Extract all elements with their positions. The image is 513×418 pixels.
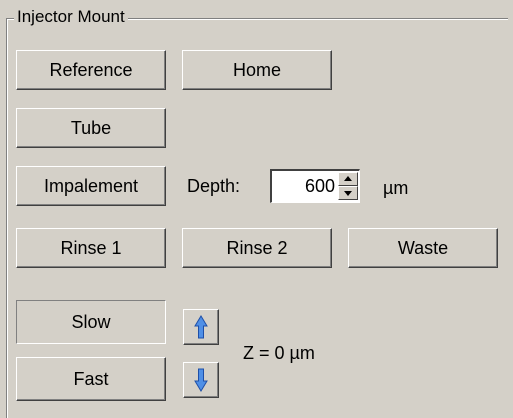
- waste-button[interactable]: Waste: [348, 228, 498, 268]
- chevron-down-icon: [344, 191, 352, 196]
- arrow-down-icon: [194, 368, 208, 392]
- arrow-up-icon: [194, 315, 208, 339]
- chevron-up-icon: [344, 176, 352, 181]
- impalement-button[interactable]: Impalement: [16, 166, 166, 206]
- depth-unit: µm: [383, 178, 409, 198]
- depth-decrement-button[interactable]: [338, 186, 358, 200]
- reference-button[interactable]: Reference: [16, 50, 166, 90]
- depth-increment-button[interactable]: [338, 172, 358, 186]
- tube-button[interactable]: Tube: [16, 108, 166, 148]
- z-position-readout: Z = 0 µm: [243, 343, 315, 363]
- z-down-button[interactable]: [183, 362, 219, 398]
- z-up-button[interactable]: [183, 309, 219, 345]
- slow-button[interactable]: Slow: [16, 300, 166, 344]
- depth-spinbox[interactable]: 600: [270, 169, 360, 203]
- group-title: Injector Mount: [14, 6, 128, 28]
- fast-button[interactable]: Fast: [16, 357, 166, 401]
- depth-label: Depth:: [187, 176, 241, 196]
- rinse1-button[interactable]: Rinse 1: [16, 228, 166, 268]
- depth-value[interactable]: 600: [305, 174, 335, 198]
- rinse2-button[interactable]: Rinse 2: [182, 228, 332, 268]
- home-button[interactable]: Home: [182, 50, 332, 90]
